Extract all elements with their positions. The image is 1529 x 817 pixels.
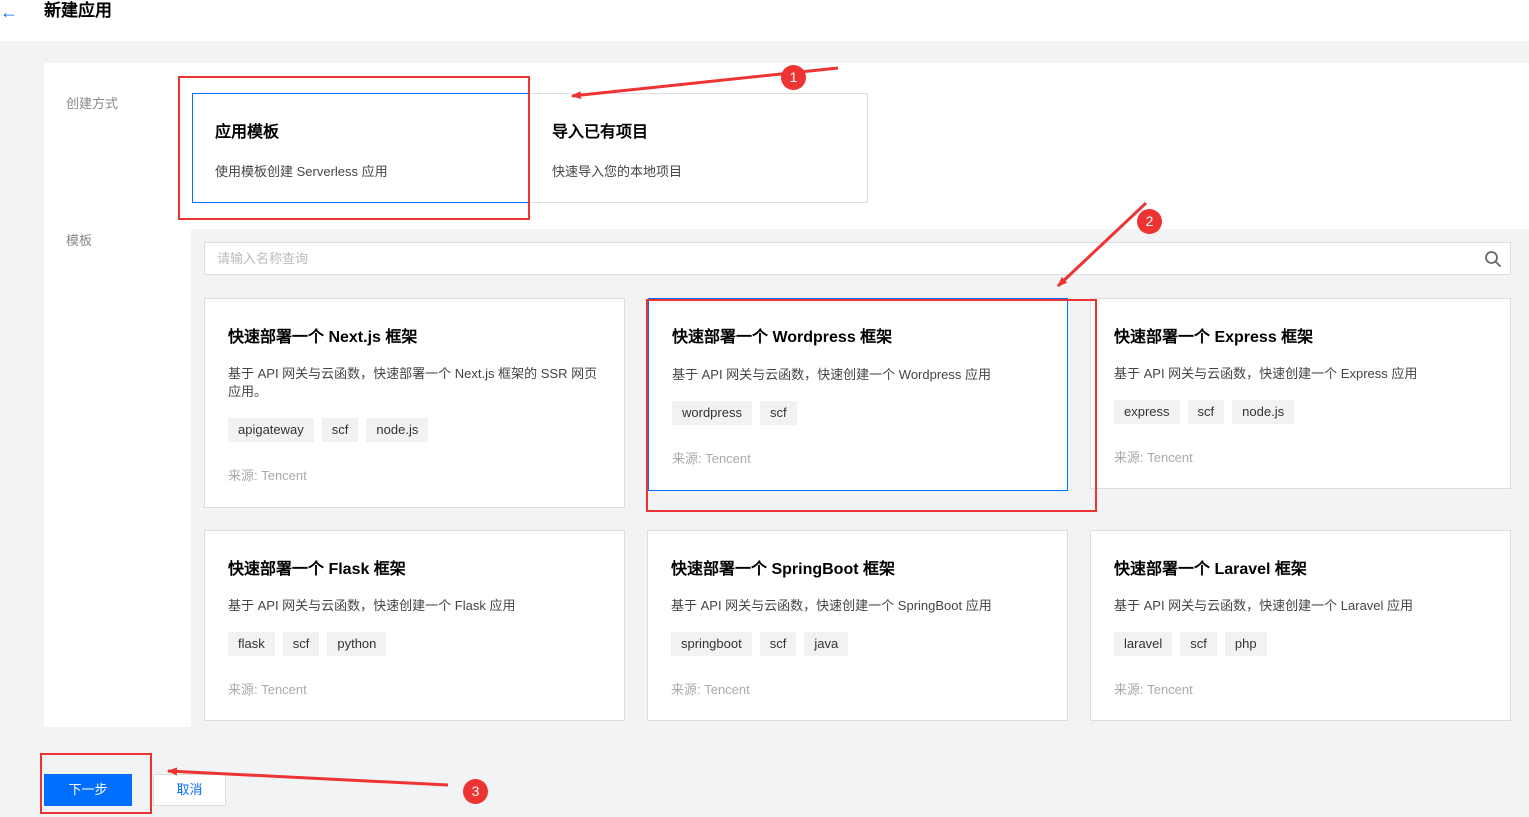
template-label: 模板 — [66, 233, 93, 248]
mode-desc: 快速导入您的本地项目 — [552, 164, 683, 179]
template-card-wordpress[interactable]: 快速部署一个 Wordpress 框架 基于 API 网关与云函数，快速创建一个… — [648, 298, 1068, 491]
tag: scf — [321, 418, 359, 442]
tag-list: springboot scf java — [671, 632, 849, 656]
mode-title: 应用模板 — [215, 124, 280, 141]
template-source: 来源: Tencent — [228, 468, 307, 483]
tag: flask — [228, 632, 275, 656]
template-desc: 基于 API 网关与云函数，快速创建一个 Flask 应用 — [228, 598, 516, 613]
template-desc: 基于 API 网关与云函数，快速创建一个 SpringBoot 应用 — [671, 598, 992, 613]
template-card-flask[interactable]: 快速部署一个 Flask 框架 基于 API 网关与云函数，快速创建一个 Fla… — [204, 530, 625, 721]
arrow-left-icon[interactable]: ← — [0, 2, 18, 22]
template-source: 来源: Tencent — [1114, 682, 1193, 697]
tag: laravel — [1114, 632, 1173, 656]
tag: wordpress — [672, 401, 752, 425]
template-desc: 基于 API 网关与云函数，快速创建一个 Laravel 应用 — [1114, 598, 1414, 613]
template-card-springboot[interactable]: 快速部署一个 SpringBoot 框架 基于 API 网关与云函数，快速创建一… — [647, 530, 1068, 721]
template-desc: 基于 API 网关与云函数，快速创建一个 Wordpress 应用 — [672, 367, 992, 382]
annotation-badge-3: 3 — [463, 779, 488, 804]
tag: springboot — [671, 632, 752, 656]
search-input[interactable] — [205, 243, 1489, 274]
annotation-badge-1: 1 — [781, 65, 806, 90]
template-title: 快速部署一个 Laravel 框架 — [1114, 561, 1307, 578]
tag-list: apigateway scf node.js — [228, 418, 429, 442]
template-card-nextjs[interactable]: 快速部署一个 Next.js 框架 基于 API 网关与云函数，快速部署一个 N… — [204, 298, 625, 508]
mode-card-import[interactable]: 导入已有项目 快速导入您的本地项目 — [529, 93, 868, 203]
tag: php — [1224, 632, 1267, 656]
template-title: 快速部署一个 Express 框架 — [1114, 329, 1314, 346]
next-button[interactable]: 下一步 — [44, 774, 132, 806]
page-title: 新建应用 — [44, 1, 112, 20]
template-source: 来源: Tencent — [671, 682, 750, 697]
tag-list: express scf node.js — [1114, 400, 1295, 424]
template-source: 来源: Tencent — [1114, 450, 1193, 465]
template-card-laravel[interactable]: 快速部署一个 Laravel 框架 基于 API 网关与云函数，快速创建一个 L… — [1090, 530, 1511, 721]
template-source: 来源: Tencent — [672, 451, 751, 466]
tag: java — [804, 632, 849, 656]
annotation-badge-2: 2 — [1137, 209, 1162, 234]
template-title: 快速部署一个 Wordpress 框架 — [672, 329, 893, 346]
cancel-button[interactable]: 取消 — [153, 774, 226, 806]
mode-title: 导入已有项目 — [552, 124, 649, 141]
template-card-express[interactable]: 快速部署一个 Express 框架 基于 API 网关与云函数，快速创建一个 E… — [1090, 298, 1511, 489]
template-source: 来源: Tencent — [228, 682, 307, 697]
search-box — [204, 242, 1511, 275]
tag: scf — [759, 401, 797, 425]
tag: scf — [759, 632, 797, 656]
tag-list: laravel scf php — [1114, 632, 1267, 656]
tag-list: wordpress scf — [672, 401, 797, 425]
tag: scf — [282, 632, 320, 656]
page-header: ← 新建应用 — [0, 0, 1529, 41]
template-title: 快速部署一个 Flask 框架 — [228, 561, 406, 578]
tag: node.js — [366, 418, 429, 442]
mode-card-template[interactable]: 应用模板 使用模板创建 Serverless 应用 — [192, 93, 529, 203]
tag: python — [327, 632, 387, 656]
template-title: 快速部署一个 SpringBoot 框架 — [671, 561, 895, 578]
tag: scf — [1180, 632, 1217, 656]
template-title: 快速部署一个 Next.js 框架 — [228, 329, 418, 346]
tag: scf — [1187, 400, 1225, 424]
tag: node.js — [1232, 400, 1295, 424]
tag-list: flask scf python — [228, 632, 387, 656]
mode-desc: 使用模板创建 Serverless 应用 — [215, 164, 388, 179]
tag: apigateway — [228, 418, 314, 442]
template-desc: 基于 API 网关与云函数，快速创建一个 Express 应用 — [1114, 366, 1418, 381]
template-desc: 基于 API 网关与云函数，快速部署一个 Next.js 框架的 SSR 网页应… — [228, 366, 598, 399]
tag: express — [1114, 400, 1180, 424]
mode-label: 创建方式 — [66, 96, 119, 111]
search-icon[interactable] — [1484, 250, 1502, 268]
